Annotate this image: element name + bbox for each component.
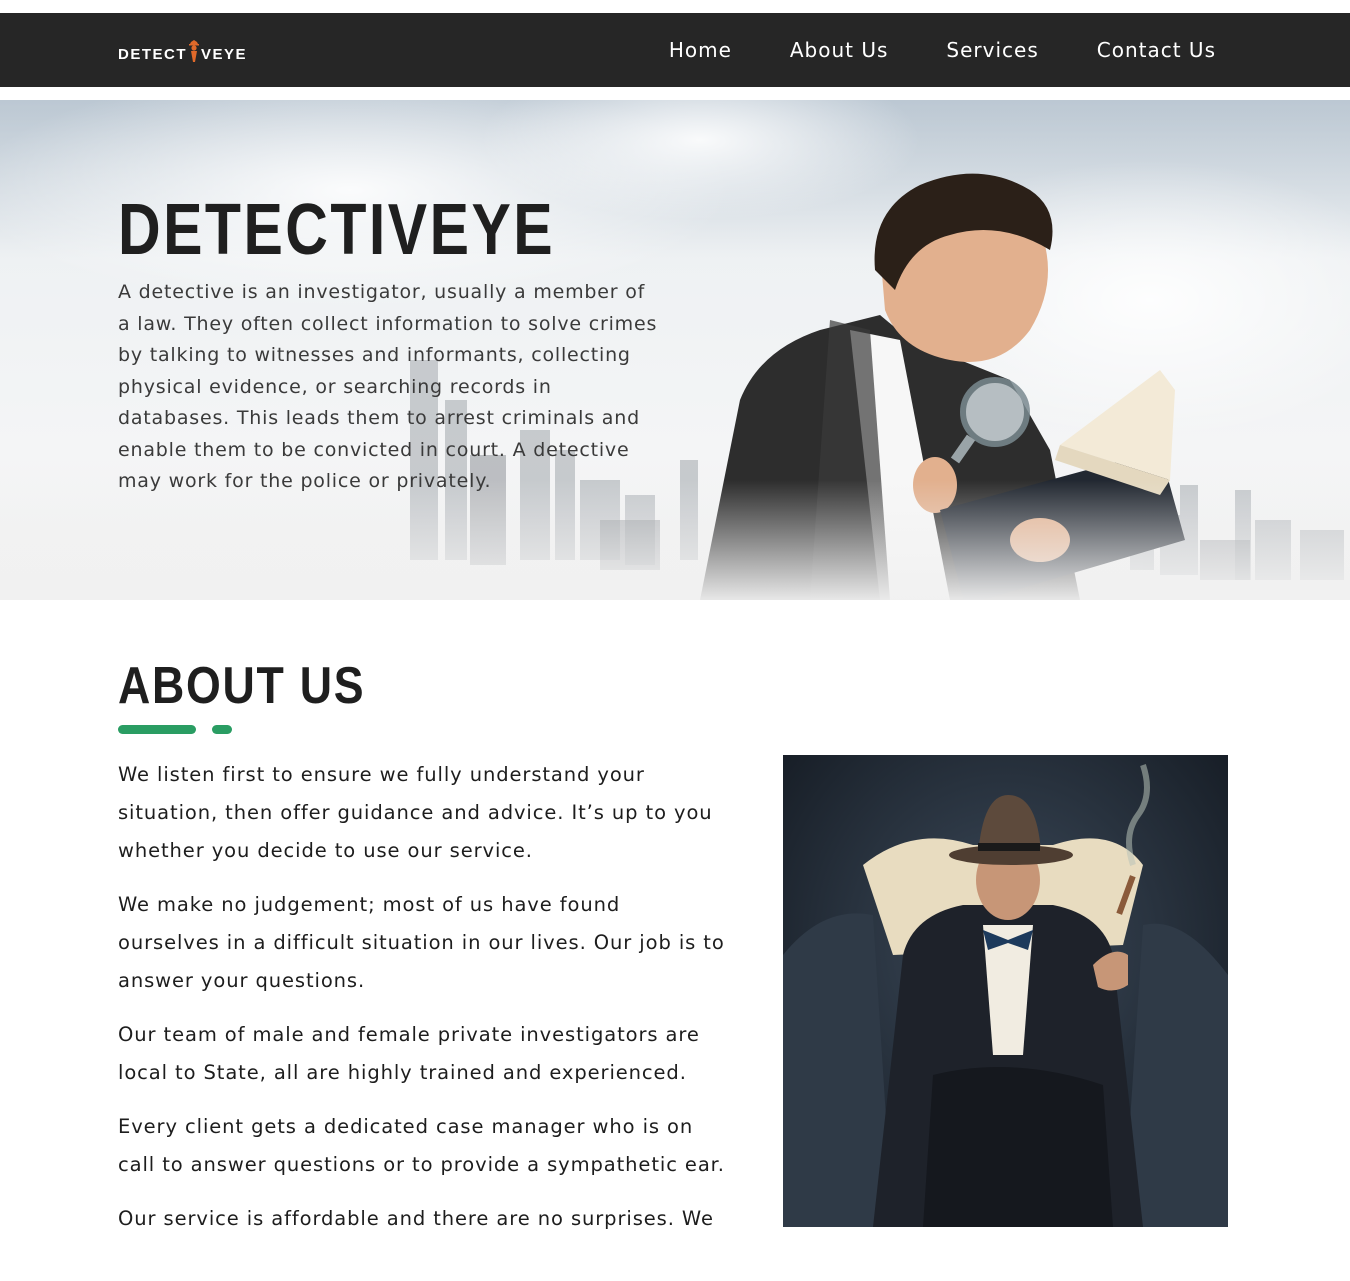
about-paragraph: Our service is affordable and there are … (118, 1207, 714, 1230)
title-underline-long (118, 725, 196, 734)
about-paragraph: We listen first to ensure we fully under… (118, 763, 713, 862)
about-paragraph: We make no judgement; most of us have fo… (118, 893, 725, 992)
about-paragraph: Our team of male and female private inve… (118, 1023, 700, 1084)
nav-services[interactable]: Services (946, 38, 1038, 62)
main-nav: Home About Us Services Contact Us (611, 13, 1216, 87)
logo[interactable]: DETECT VEYE (118, 39, 247, 63)
nav-contact-us[interactable]: Contact Us (1097, 38, 1216, 62)
detective-figure-icon (189, 40, 199, 62)
hero-title: DETECTIVEYE (118, 190, 556, 270)
nav-home[interactable]: Home (669, 38, 732, 62)
navbar: DETECT VEYE Home About Us Services Conta… (0, 13, 1350, 87)
hero-banner: DETECTIVEYE A detective is an investigat… (0, 100, 1350, 600)
title-underline-short (212, 725, 232, 734)
hero-description: A detective is an investigator, usually … (118, 281, 658, 492)
about-title: ABOUT US (118, 657, 366, 715)
about-text: We listen first to ensure we fully under… (118, 756, 728, 1254)
logo-text-right: VEYE (201, 46, 248, 63)
detective-portrait-image (783, 755, 1228, 1227)
logo-text-left: DETECT (118, 46, 187, 63)
nav-about-us[interactable]: About Us (790, 38, 889, 62)
about-photo (783, 755, 1228, 1227)
about-paragraph: Every client gets a dedicated case manag… (118, 1115, 725, 1176)
